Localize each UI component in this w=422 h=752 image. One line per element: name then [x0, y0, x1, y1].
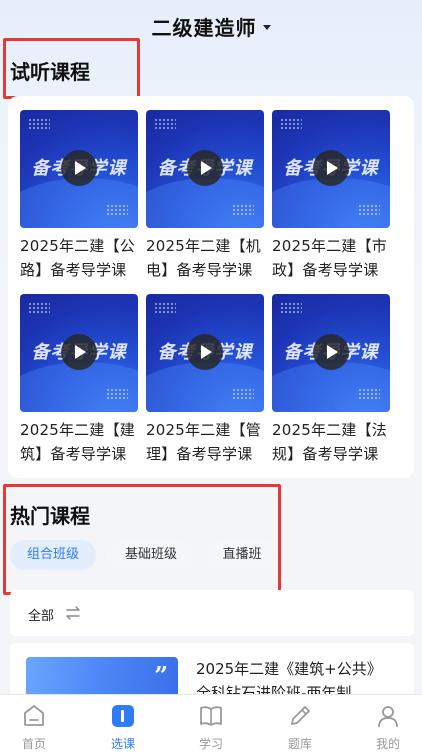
course-thumbnail[interactable]: 备考导学课 [272, 110, 390, 228]
nav-item-study[interactable]: 学习 [169, 695, 253, 752]
nav-item-home[interactable]: 首页 [0, 695, 76, 752]
play-icon[interactable] [313, 334, 349, 370]
exam-selector-title[interactable]: 二级建造师 [152, 12, 257, 41]
course-title-line: 2025年二建【机 [146, 237, 261, 255]
trial-section-title: 试听课程 [10, 60, 90, 84]
course-thumbnail[interactable]: 备考导学课 [146, 294, 264, 412]
nav-item-profile[interactable]: 我的 [346, 695, 422, 752]
nav-label-question-bank: 题库 [287, 737, 312, 751]
course-thumbnail[interactable]: 备考导学课 [146, 110, 264, 228]
filter-all-label[interactable]: 全部 [28, 605, 54, 624]
course-title-line: 规】备考导学课 [272, 445, 379, 463]
filter-bar: 全部 [10, 590, 414, 636]
play-icon[interactable] [61, 334, 97, 370]
course-title-line: 2025年二建【法 [272, 421, 387, 439]
nav-label-study: 学习 [198, 737, 223, 751]
play-icon[interactable] [187, 150, 223, 186]
course-title-line: 2025年二建【市 [272, 237, 387, 255]
course-title-line: 理】备考导学课 [146, 445, 253, 463]
play-icon[interactable] [187, 334, 223, 370]
quote-icon: ” [154, 661, 168, 690]
home-icon [24, 705, 44, 726]
tab-live-class[interactable]: 直播班 [206, 540, 278, 570]
course-title-line: 政】备考导学课 [272, 261, 379, 279]
course-title-line: 2025年二建【管 [146, 421, 261, 439]
course-title-line: 2025年二建【公 [20, 237, 135, 255]
course-title-line: 2025年二建【建 [20, 421, 135, 439]
course-select-icon [112, 705, 134, 727]
swap-icon[interactable] [64, 604, 82, 622]
list-course-title-line: 2025年二建《建筑+公共》 [196, 660, 382, 678]
play-icon[interactable] [61, 150, 97, 186]
course-title-line: 电】备考导学课 [146, 261, 253, 279]
course-title[interactable]: 2025年二建【法 规】备考导学课 [272, 418, 398, 466]
caret-down-icon[interactable] [262, 24, 271, 30]
book-icon [200, 706, 222, 726]
trial-course-card: 备考导学课 2025年二建【公 路】备考导学课 备考导学课 2025年二建【机 … [8, 96, 414, 478]
tab-basic-class[interactable]: 基础班级 [108, 540, 194, 570]
course-title[interactable]: 2025年二建【管 理】备考导学课 [146, 418, 272, 466]
nav-label-course-select: 选课 [110, 737, 135, 751]
nav-label-home: 首页 [21, 737, 46, 751]
profile-icon [378, 706, 398, 728]
header[interactable]: 二级建造师 [0, 0, 422, 52]
play-icon[interactable] [313, 150, 349, 186]
course-title[interactable]: 2025年二建【机 电】备考导学课 [146, 234, 272, 282]
hot-section-title: 热门课程 [10, 504, 90, 528]
course-thumbnail[interactable]: 备考导学课 [20, 294, 138, 412]
pen-icon [291, 706, 310, 725]
course-thumbnail[interactable]: 备考导学课 [272, 294, 390, 412]
course-thumbnail[interactable]: 备考导学课 [20, 110, 138, 228]
course-title[interactable]: 2025年二建【建 筑】备考导学课 [20, 418, 146, 466]
course-title[interactable]: 2025年二建【市 政】备考导学课 [272, 234, 398, 282]
course-title-line: 筑】备考导学课 [20, 445, 127, 463]
course-title[interactable]: 2025年二建【公 路】备考导学课 [20, 234, 146, 282]
tab-combo-class[interactable]: 组合班级 [10, 540, 96, 570]
nav-label-profile: 我的 [375, 737, 400, 751]
nav-item-question-bank[interactable]: 题库 [258, 695, 342, 752]
bottom-nav: 首页 选课 学习 题库 我的 [0, 694, 422, 752]
course-title-line: 路】备考导学课 [20, 261, 127, 279]
nav-item-course-select[interactable]: 选课 [81, 695, 165, 752]
